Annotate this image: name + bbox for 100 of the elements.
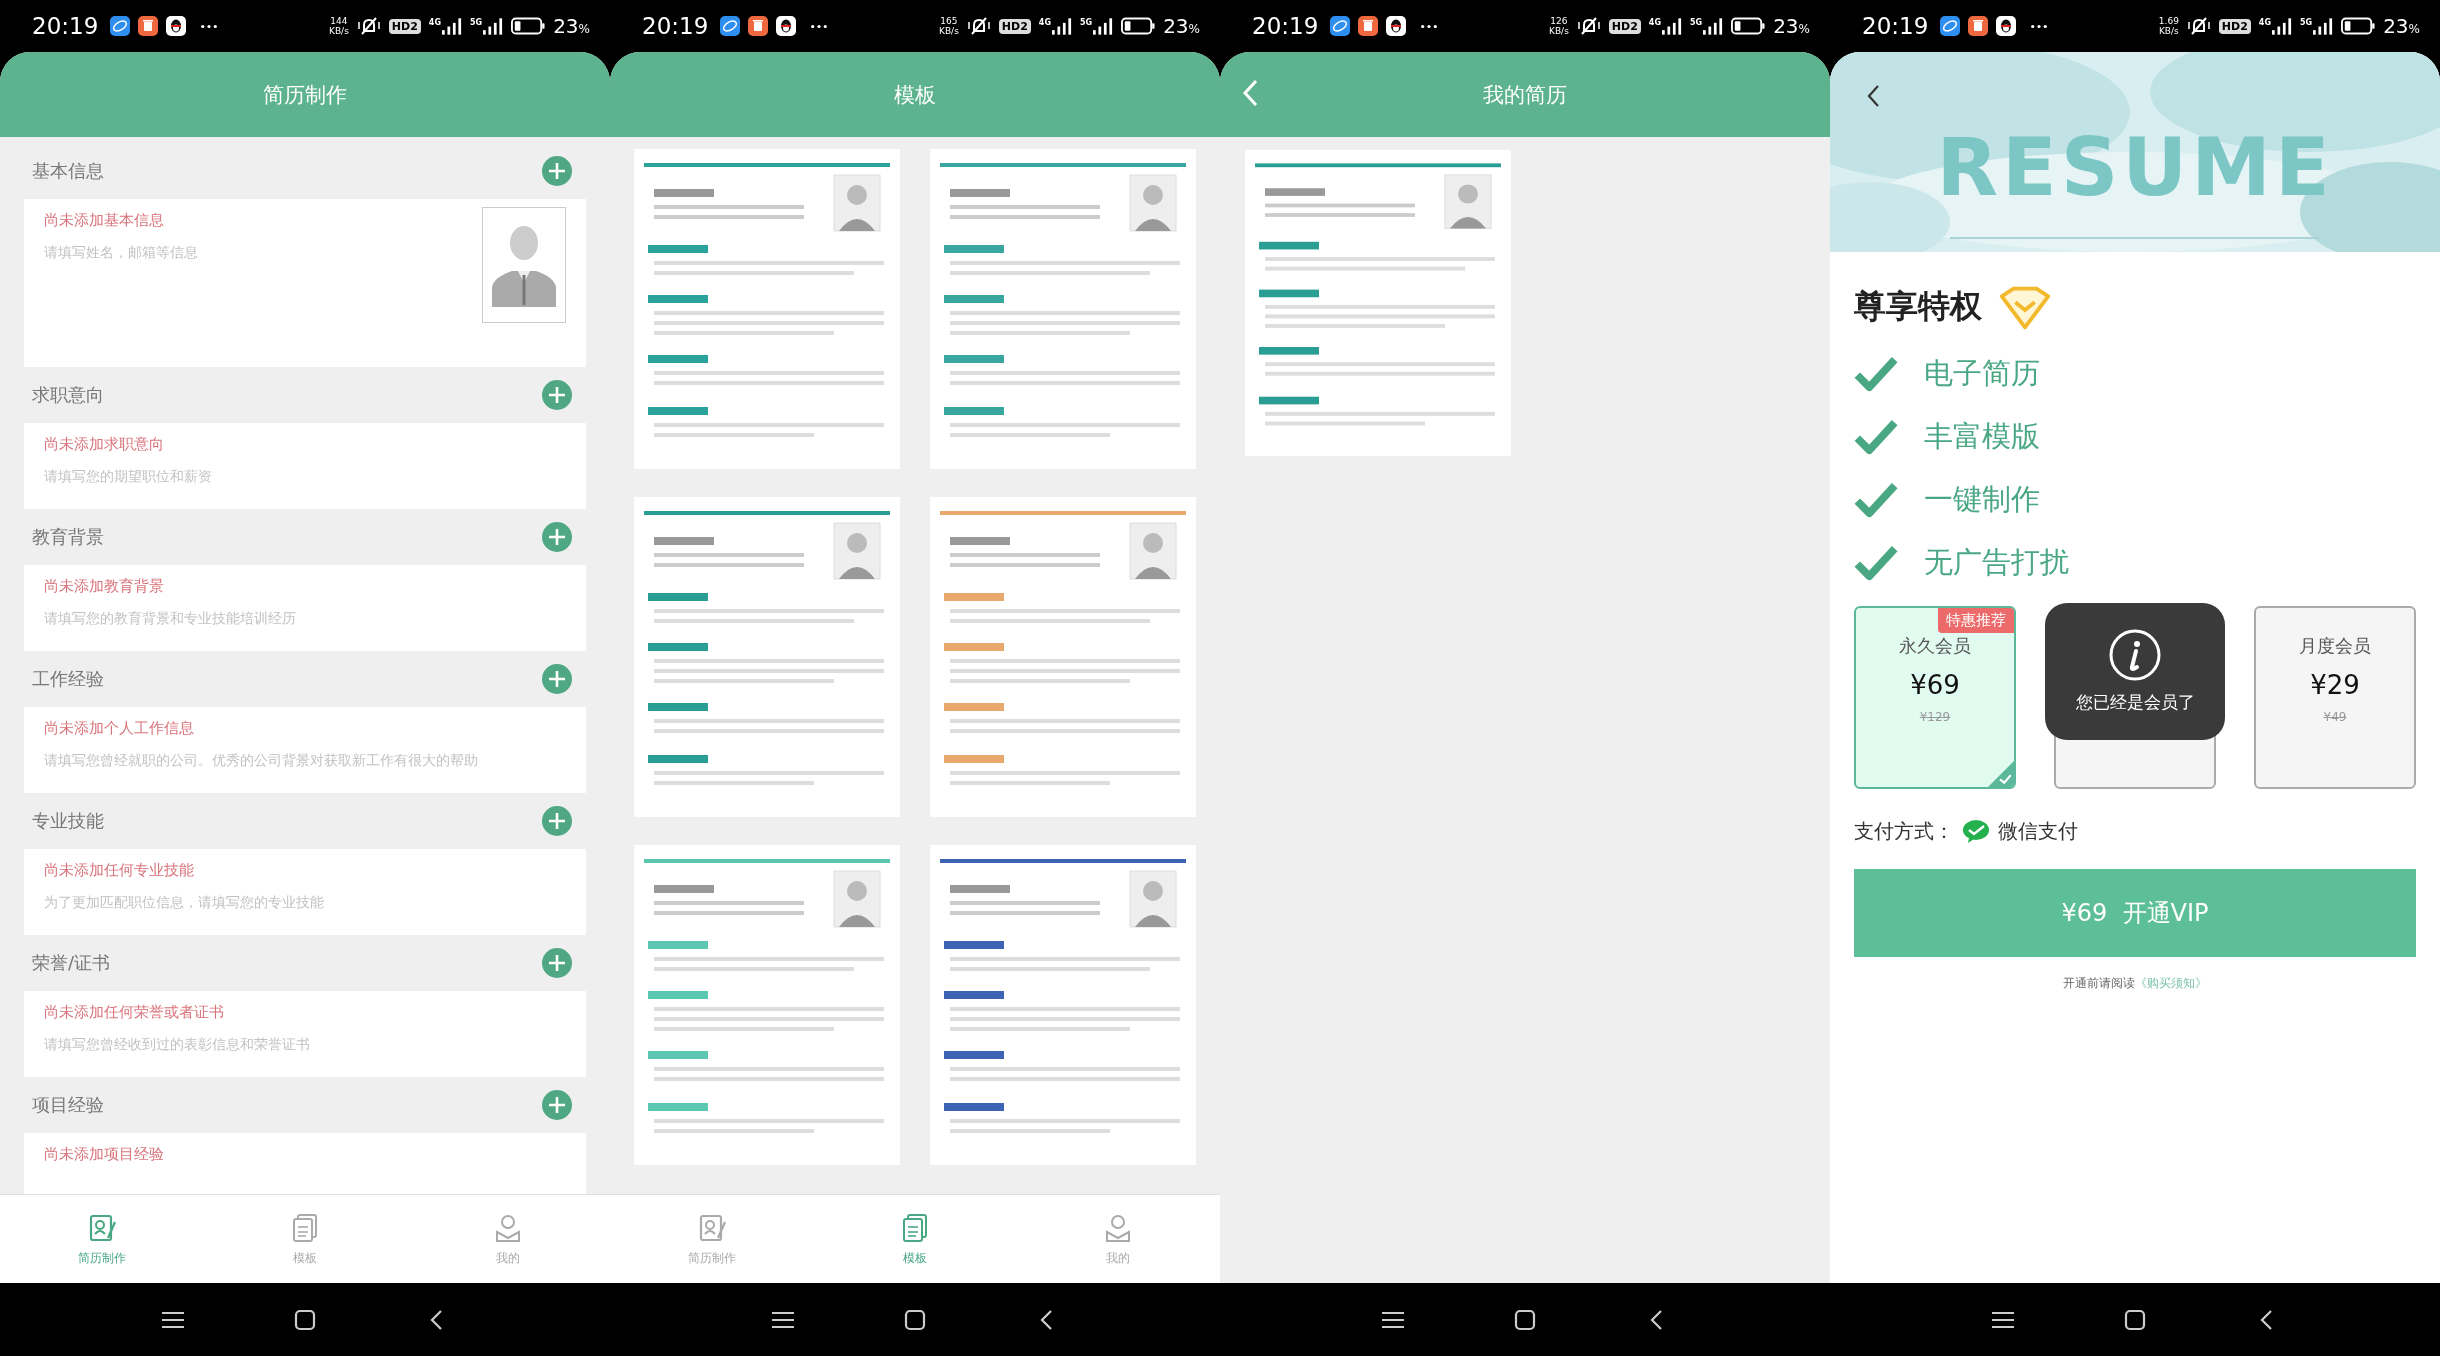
add-icon[interactable] [542, 1090, 572, 1120]
browser-app-icon [1330, 16, 1351, 36]
battery-level: 23 [2383, 14, 2409, 38]
signal-icon [1052, 17, 1072, 35]
muted-bell-icon [1576, 16, 1601, 36]
battery-icon [511, 17, 546, 35]
network-type: 4G [1038, 17, 1051, 27]
tab[interactable]: 简历制作 [610, 1195, 814, 1283]
trash-app-icon [138, 16, 159, 36]
add-icon[interactable] [542, 948, 572, 978]
add-icon[interactable] [542, 156, 572, 186]
home-icon[interactable] [1514, 1308, 1536, 1331]
section-card[interactable]: 尚未添加基本信息 请填写姓名，邮箱等信息 [24, 199, 586, 367]
plan-card[interactable]: 特惠推荐 永久会员 ¥69 ¥129 [1854, 606, 2016, 789]
battery-icon [2341, 17, 2376, 35]
header-title: 简历制作 [263, 81, 347, 109]
home-icon[interactable] [2124, 1308, 2146, 1331]
network-type: 5G [1080, 17, 1093, 27]
header-title: 模板 [894, 81, 936, 109]
trash-app-icon [1358, 16, 1379, 36]
network-type: 5G [2300, 17, 2313, 27]
section-card[interactable]: 尚未添加求职意向 请填写您的期望职位和薪资 [24, 423, 586, 509]
percent-sign: % [578, 22, 590, 36]
hd-badge: HD2 [388, 18, 421, 34]
signal-icon [1662, 17, 1682, 35]
plan-name: 月度会员 [2299, 634, 2371, 658]
payment-method[interactable]: 微信支付 [1998, 817, 2078, 845]
network-type: 4G [1648, 17, 1661, 27]
network-type: 4G [428, 17, 441, 27]
network-type: 4G [2258, 17, 2271, 27]
back-icon[interactable] [1866, 84, 1880, 108]
percent-sign: % [2408, 22, 2420, 36]
status-time: 20:19 [32, 13, 99, 39]
terms-link[interactable]: 《购买须知》 [2135, 976, 2207, 990]
privilege-title: 尊享特权 [1854, 286, 1982, 327]
feature-text: 一键制作 [1924, 480, 2040, 518]
signal-icon [442, 17, 462, 35]
hint-text: 请填写您曾经收到过的表彰信息和荣誉证书 [44, 1036, 310, 1054]
hint-text: 为了更加匹配职位信息，请填写您的专业技能 [44, 894, 324, 912]
plan-card[interactable]: 月度会员 ¥29 ¥49 [2254, 606, 2416, 789]
check-icon [1854, 354, 1898, 393]
browser-app-icon [1940, 16, 1961, 36]
feature-text: 电子简历 [1924, 354, 2040, 392]
add-icon[interactable] [542, 806, 572, 836]
more-icon [810, 23, 829, 29]
penguin-app-icon [776, 16, 797, 36]
info-icon [2109, 629, 2161, 681]
home-icon[interactable] [294, 1308, 316, 1331]
battery-icon [1121, 17, 1156, 35]
status-time: 20:19 [1252, 13, 1319, 39]
hint-text: 请填写您的期望职位和薪资 [44, 468, 212, 486]
add-icon[interactable] [542, 664, 572, 694]
hd-badge: HD2 [998, 18, 1031, 34]
section-title: 工作经验 [32, 667, 104, 691]
tab[interactable]: 模板 [203, 1195, 407, 1283]
speed-unit: KB/s [939, 26, 959, 36]
empty-notice: 尚未添加求职意向 [44, 435, 165, 454]
percent-sign: % [1188, 22, 1200, 36]
speed-unit: KB/s [1549, 26, 1569, 36]
section-card[interactable]: 尚未添加任何专业技能 为了更加匹配职位信息，请填写您的专业技能 [24, 849, 586, 935]
signal-icon [2313, 17, 2334, 35]
signal-icon [1093, 17, 1114, 35]
penguin-app-icon [1996, 16, 2017, 36]
hd-badge: HD2 [1608, 18, 1641, 34]
speed-unit: KB/s [2158, 26, 2179, 36]
add-icon[interactable] [542, 380, 572, 410]
original-price: ¥129 [1919, 710, 1951, 724]
section-card[interactable]: 尚未添加教育背景 请填写您的教育背景和专业技能培训经历 [24, 565, 586, 651]
hint-text: 请填写您曾经就职的公司。优秀的公司背景对获取新工作有很大的帮助 [44, 752, 478, 770]
tab[interactable]: 简历制作 [0, 1195, 204, 1283]
more-icon [200, 23, 219, 29]
trash-app-icon [748, 16, 769, 36]
network-speed: 165 [940, 16, 958, 26]
section-card[interactable]: 尚未添加任何荣誉或者证书 请填写您曾经收到过的表彰信息和荣誉证书 [24, 991, 586, 1077]
hd-badge: HD2 [2218, 18, 2251, 34]
section-card[interactable]: 尚未添加个人工作信息 请填写您曾经就职的公司。优秀的公司背景对获取新工作有很大的帮助 [24, 707, 586, 793]
signal-icon [483, 17, 504, 35]
browser-app-icon [720, 16, 741, 36]
purchase-button[interactable]: ¥69 开通VIP [1854, 869, 2416, 957]
tab[interactable]: 模板 [813, 1195, 1017, 1283]
tab[interactable]: 我的 [1016, 1195, 1220, 1283]
network-type: 5G [470, 17, 483, 27]
feature-text: 丰富模版 [1924, 417, 2040, 455]
tab[interactable]: 我的 [406, 1195, 610, 1283]
more-icon [2030, 23, 2049, 29]
section-card[interactable]: 尚未添加项目经验 [24, 1133, 586, 1194]
add-icon[interactable] [542, 522, 572, 552]
feature-text: 无广告打扰 [1924, 543, 2069, 581]
network-speed: 1.69 [2158, 16, 2179, 26]
percent-sign: % [1798, 22, 1810, 36]
speed-unit: KB/s [329, 26, 349, 36]
trash-app-icon [1968, 16, 1989, 36]
signal-icon [2272, 17, 2292, 35]
promo-badge: 特惠推荐 [1938, 608, 2014, 633]
status-time: 20:19 [1862, 13, 1929, 39]
more-icon [1420, 23, 1439, 29]
original-price: ¥49 [2323, 710, 2347, 724]
muted-bell-icon [966, 16, 991, 36]
home-icon[interactable] [904, 1308, 926, 1331]
notice-text: 开通前请阅读 [2063, 976, 2135, 990]
